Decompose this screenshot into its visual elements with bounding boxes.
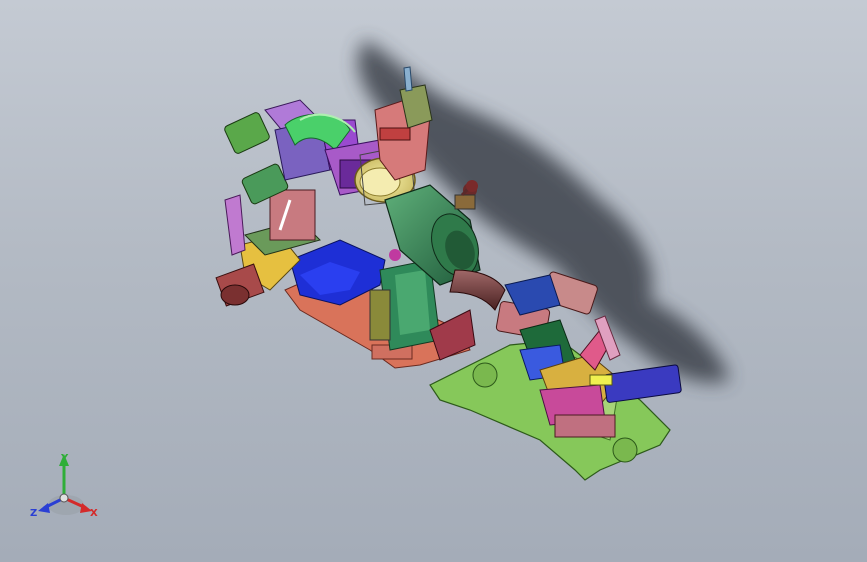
brown-connecting-tube[interactable] <box>449 269 506 311</box>
triad-origin <box>59 493 69 503</box>
graphics-viewport[interactable]: Y X Z <box>0 0 867 562</box>
z-axis-label: Z <box>30 508 37 519</box>
coordinate-triad: Y X Z <box>30 453 98 519</box>
model-canvas[interactable]: Y X Z <box>0 0 867 562</box>
x-axis-label: X <box>90 508 98 519</box>
z-axis-arrowhead <box>38 503 50 513</box>
y-axis-label: Y <box>60 453 69 464</box>
